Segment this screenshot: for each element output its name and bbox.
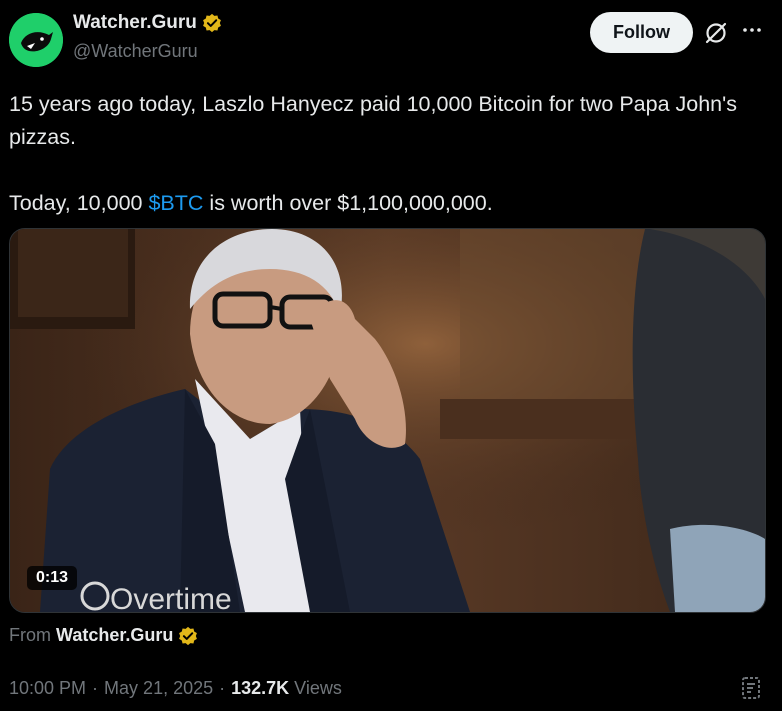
author-handle[interactable]: @WatcherGuru [73,41,198,62]
watcher-logo-icon [9,13,63,67]
source-row: From Watcher.Guru [9,625,198,646]
meta-separator: · [219,678,226,698]
verified-badge-icon [202,13,221,33]
tweet-line-2: Today, 10,000 $BTC is worth over $1,100,… [9,187,769,220]
more-icon[interactable] [740,18,764,42]
watermark-text: Overtime [110,583,232,612]
video-duration: 0:13 [27,566,78,590]
author-name[interactable]: Watcher.Guru [73,12,197,34]
video-player[interactable]: Overtime 0:13 [9,228,766,613]
source-name[interactable]: Watcher.Guru [56,625,173,646]
tweet-time[interactable]: 10:00 PM [9,678,86,699]
analytics-icon[interactable] [738,675,764,701]
tweet-line-2-start: Today, 10,000 [9,191,149,215]
tweet-meta: 10:00 PM · May 21, 2025 · 132.7K Views [9,678,342,699]
verified-badge-icon [179,626,198,645]
source-label: From [9,625,51,645]
follow-button[interactable]: Follow [590,12,693,53]
author-name-row: Watcher.Guru [73,12,222,34]
meta-separator: · [92,678,99,698]
views-count: 132.7K [231,678,290,698]
tweet-line-2-end: is worth over $1,100,000,000. [203,191,493,215]
tweet-text: 15 years ago today, Laszlo Hanyecz paid … [9,88,769,220]
tweet-header: Watcher.Guru @WatcherGuru Follow [0,0,782,72]
cashtag-link[interactable]: $BTC [148,191,203,215]
tweet-line-1: 15 years ago today, Laszlo Hanyecz paid … [9,92,737,149]
video-frame: Overtime [10,229,765,612]
tweet-date[interactable]: May 21, 2025 [104,678,213,699]
views-label: Views [294,678,342,698]
author-avatar[interactable] [9,13,63,67]
grok-icon[interactable] [703,20,729,46]
